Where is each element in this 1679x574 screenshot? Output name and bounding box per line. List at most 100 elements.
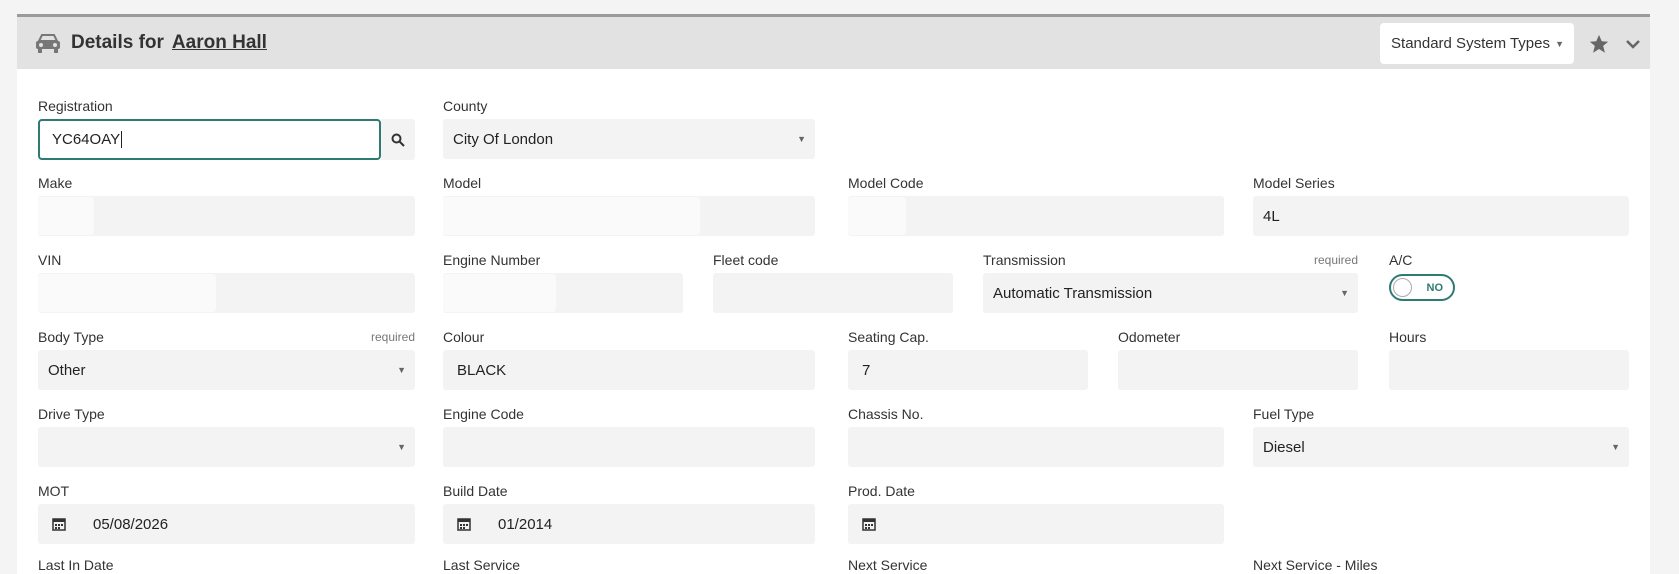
star-icon[interactable] xyxy=(1588,33,1610,55)
colour-label: Colour xyxy=(443,329,485,345)
fleet-code-field: Fleet code xyxy=(713,251,953,313)
registration-input[interactable]: YC64OAY xyxy=(38,119,381,160)
system-types-select[interactable]: Standard System Types ▼ xyxy=(1380,23,1574,64)
calendar-icon xyxy=(457,518,471,531)
prod-date-input[interactable] xyxy=(848,504,1224,544)
next-service-label: Next Service xyxy=(848,557,928,573)
transmission-field: Transmission required Automatic Transmis… xyxy=(983,251,1358,313)
caret-down-icon: ▼ xyxy=(1611,442,1620,452)
vin-input[interactable] xyxy=(38,273,415,313)
build-date-value: 01/2014 xyxy=(498,515,553,533)
calendar-icon xyxy=(52,518,66,531)
model-series-value: 4L xyxy=(1263,207,1280,225)
body-type-select[interactable]: Other ▼ xyxy=(38,350,415,390)
model-series-input[interactable]: 4L xyxy=(1253,196,1629,236)
toggle-knob xyxy=(1393,278,1412,297)
build-date-input[interactable]: 01/2014 xyxy=(443,504,815,544)
hours-label: Hours xyxy=(1389,329,1427,345)
vin-label: VIN xyxy=(38,252,62,268)
next-service-miles-label: Next Service - Miles xyxy=(1253,557,1378,573)
model-code-label: Model Code xyxy=(848,175,924,191)
model-field: Model xyxy=(443,174,815,236)
mot-date-input[interactable]: 05/08/2026 xyxy=(38,504,415,544)
last-service-label: Last Service xyxy=(443,557,521,573)
transmission-label: Transmission required xyxy=(983,251,1358,269)
caret-down-icon: ▼ xyxy=(1340,288,1349,298)
system-types-value: Standard System Types xyxy=(1391,35,1550,52)
chassis-label: Chassis No. xyxy=(848,406,924,422)
registration-label: Registration xyxy=(38,98,113,114)
mot-field: MOT 05/08/2026 xyxy=(38,482,415,544)
engine-number-input[interactable] xyxy=(443,273,683,313)
engine-number-field: Engine Number xyxy=(443,251,683,313)
mot-value: 05/08/2026 xyxy=(93,515,169,533)
fuel-type-select[interactable]: Diesel ▼ xyxy=(1253,427,1629,467)
county-value: City Of London xyxy=(453,130,554,148)
fleet-code-input[interactable] xyxy=(713,273,953,313)
model-label: Model xyxy=(443,175,482,191)
model-series-field: Model Series 4L xyxy=(1253,174,1629,236)
caret-down-icon: ▼ xyxy=(397,365,406,375)
customer-name-link[interactable]: Aaron Hall xyxy=(172,32,267,54)
colour-field: Colour BLACK xyxy=(443,328,815,390)
drive-type-select[interactable]: ▼ xyxy=(38,427,415,467)
registration-search-button[interactable] xyxy=(381,119,415,160)
prod-date-field: Prod. Date xyxy=(848,482,1224,544)
page-title-prefix: Details for xyxy=(71,32,164,53)
chassis-input[interactable] xyxy=(848,427,1224,467)
chevron-down-icon[interactable] xyxy=(1624,35,1642,53)
body-type-field: Body Type required Other ▼ xyxy=(38,328,415,390)
make-field: Make xyxy=(38,174,415,236)
panel-header: Details for Aaron Hall Standard System T… xyxy=(17,17,1650,69)
vin-redacted xyxy=(38,274,216,312)
fuel-type-value: Diesel xyxy=(1263,438,1305,456)
transmission-label-text: Transmission xyxy=(983,252,1066,268)
calendar-icon xyxy=(862,518,876,531)
caret-down-icon: ▼ xyxy=(1555,38,1564,49)
model-input[interactable] xyxy=(443,196,815,236)
make-label: Make xyxy=(38,175,73,191)
engine-number-label: Engine Number xyxy=(443,252,541,268)
transmission-select[interactable]: Automatic Transmission ▼ xyxy=(983,273,1358,313)
ac-label: A/C xyxy=(1389,252,1413,268)
fuel-type-field: Fuel Type Diesel ▼ xyxy=(1253,405,1629,467)
prod-date-label: Prod. Date xyxy=(848,483,915,499)
body-type-label: Body Type required xyxy=(38,328,415,346)
engine-code-field: Engine Code xyxy=(443,405,815,467)
hours-field: Hours xyxy=(1389,328,1629,390)
registration-field: Registration YC64OAY xyxy=(38,97,415,160)
vehicle-details-panel: Details for Aaron Hall Standard System T… xyxy=(17,14,1650,574)
transmission-required: required xyxy=(1313,253,1358,267)
colour-value: BLACK xyxy=(457,361,507,379)
body-type-value: Other xyxy=(48,361,86,379)
colour-input[interactable]: BLACK xyxy=(443,350,815,390)
odometer-input[interactable] xyxy=(1118,350,1358,390)
engine-code-input[interactable] xyxy=(443,427,815,467)
registration-value: YC64OAY xyxy=(52,131,121,148)
make-input[interactable] xyxy=(38,196,415,236)
seating-input[interactable]: 7 xyxy=(848,350,1088,390)
model-redacted xyxy=(443,197,700,235)
county-label: County xyxy=(443,98,488,114)
engine-code-label: Engine Code xyxy=(443,406,524,422)
caret-down-icon: ▼ xyxy=(797,134,806,144)
body-type-label-text: Body Type xyxy=(38,329,104,345)
mot-label: MOT xyxy=(38,483,70,499)
seating-field: Seating Cap. 7 xyxy=(848,328,1088,390)
engine-number-redacted xyxy=(443,274,556,312)
build-date-field: Build Date 01/2014 xyxy=(443,482,815,544)
car-icon xyxy=(36,34,60,53)
fleet-code-label: Fleet code xyxy=(713,252,779,268)
odometer-label: Odometer xyxy=(1118,329,1181,345)
caret-down-icon: ▼ xyxy=(397,442,406,452)
drive-type-label: Drive Type xyxy=(38,406,105,422)
vin-field: VIN xyxy=(38,251,415,313)
build-date-label: Build Date xyxy=(443,483,508,499)
seating-label: Seating Cap. xyxy=(848,329,929,345)
ac-field: A/C NO xyxy=(1389,251,1469,301)
model-code-input[interactable] xyxy=(848,196,1224,236)
ac-toggle[interactable]: NO xyxy=(1389,274,1455,301)
hours-input[interactable] xyxy=(1389,350,1629,390)
county-select[interactable]: City Of London ▼ xyxy=(443,119,815,159)
fuel-type-label: Fuel Type xyxy=(1253,406,1315,422)
